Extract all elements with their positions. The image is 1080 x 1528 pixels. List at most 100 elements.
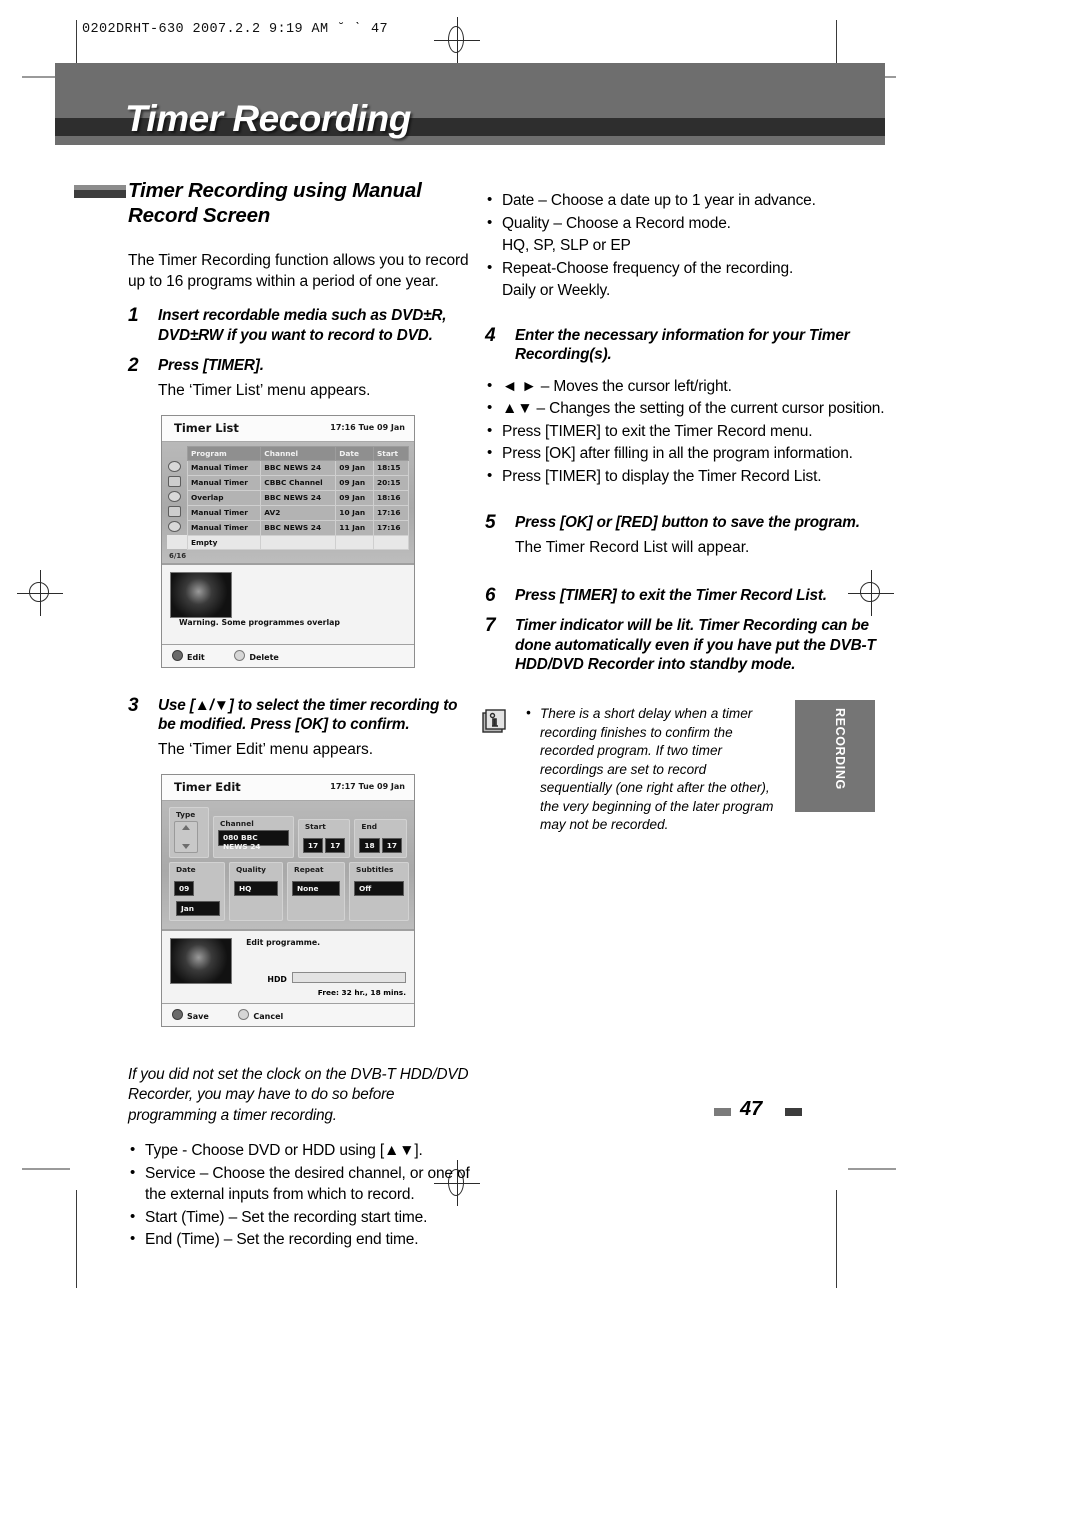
channel-value[interactable]: 080 BBC NEWS 24 bbox=[218, 829, 289, 851]
cancel-button[interactable]: Cancel bbox=[238, 1008, 283, 1021]
step-4-bullet-list: ◄ ► – Moves the cursor left/right. ▲▼ – … bbox=[485, 375, 885, 488]
timer-list-header-row: Program Channel Date Start bbox=[167, 445, 410, 461]
end-field-group[interactable]: End 18 17 bbox=[354, 818, 407, 858]
preview-thumbnail bbox=[170, 937, 232, 984]
registration-mark-left bbox=[17, 570, 63, 616]
timer-list-title: Timer List bbox=[174, 420, 239, 435]
red-key-icon bbox=[172, 649, 183, 661]
step-5-text: Press [OK] or [RED] button to save the p… bbox=[515, 514, 860, 531]
disc-icon bbox=[167, 520, 188, 535]
print-slug: 0202DRHT-630 2007.2.2 9:19 AM ˘ ˋ 47 bbox=[82, 22, 389, 37]
note-box: There is a short delay when a timer reco… bbox=[480, 704, 780, 835]
list-item: ▲▼ – Changes the setting of the current … bbox=[485, 397, 885, 420]
row-channel: BBC NEWS 24 bbox=[260, 459, 337, 476]
quality-field-group[interactable]: Quality HQ bbox=[229, 861, 283, 921]
table-row[interactable]: Overlap BBC NEWS 24 09 Jan 18:16 bbox=[167, 489, 410, 506]
row-program: Manual Timer bbox=[186, 519, 262, 536]
note-text: There is a short delay when a timer reco… bbox=[526, 704, 780, 835]
disc-icon bbox=[167, 460, 188, 475]
row-date bbox=[335, 534, 374, 550]
date-month-value[interactable]: Jan bbox=[176, 900, 220, 916]
table-row[interactable]: Manual Timer AV2 10 Jan 17:16 bbox=[167, 504, 410, 521]
step-2-sub: The ‘Timer List’ menu appears. bbox=[158, 381, 371, 399]
chapter-title: Timer Recording bbox=[125, 98, 411, 139]
start-minute-value[interactable]: 17 bbox=[325, 837, 346, 853]
row-date: 09 Jan bbox=[335, 474, 374, 491]
timer-list-counter: 6/16 bbox=[169, 551, 187, 560]
row-channel: AV2 bbox=[260, 504, 337, 521]
left-column: Timer Recording using Manual Record Scre… bbox=[74, 178, 473, 1261]
timer-list-screenshot: Timer List 17:16 Tue 09 Jan Program Chan… bbox=[161, 414, 415, 668]
delete-button[interactable]: Delete bbox=[234, 649, 279, 662]
subtitles-field-group[interactable]: Subtitles Off bbox=[349, 861, 409, 921]
step-5-sub: The Timer Record List will appear. bbox=[515, 538, 750, 556]
type-label: Type bbox=[176, 809, 196, 819]
subtitles-value[interactable]: Off bbox=[354, 880, 404, 896]
channel-field-group[interactable]: Channel 080 BBC NEWS 24 bbox=[213, 815, 294, 858]
end-hour-value[interactable]: 18 bbox=[359, 837, 380, 853]
table-row[interactable]: Manual Timer BBC NEWS 24 09 Jan 18:15 bbox=[167, 459, 410, 476]
date-field-group[interactable]: Date 09 Jan bbox=[169, 861, 225, 921]
edit-button[interactable]: Edit bbox=[172, 649, 205, 662]
step-1-number: 1 bbox=[128, 305, 139, 326]
timer-list-warning: Warning. Some programmes overlap bbox=[179, 617, 341, 627]
side-tab-recording: RECORDING bbox=[795, 700, 875, 812]
start-label: Start bbox=[304, 821, 326, 831]
edit-button-label: Edit bbox=[187, 652, 205, 662]
list-item: ◄ ► – Moves the cursor left/right. bbox=[485, 375, 885, 398]
timer-list-preview: Warning. Some programmes overlap bbox=[162, 562, 414, 644]
list-item: Repeat-Choose frequency of the recording… bbox=[485, 257, 885, 280]
table-row[interactable]: Manual Timer BBC NEWS 24 11 Jan 17:16 bbox=[167, 519, 410, 536]
list-item: Date – Choose a date up to 1 year in adv… bbox=[485, 189, 885, 212]
list-item: Service – Choose the desired channel, or… bbox=[128, 1162, 473, 1206]
timer-list-buttonbar: Edit Delete bbox=[162, 643, 414, 667]
type-field-group[interactable]: Type bbox=[169, 806, 209, 858]
save-button[interactable]: Save bbox=[172, 1008, 209, 1021]
section-marker-icon bbox=[74, 185, 126, 198]
step-1: 1 Insert recordable media such as DVD±R,… bbox=[128, 305, 473, 345]
clock-note: If you did not set the clock on the DVB-… bbox=[128, 1065, 469, 1124]
page-number-bar-left bbox=[714, 1108, 731, 1116]
type-stepper-icon[interactable] bbox=[174, 820, 198, 853]
step-7: 7 Timer indicator will be lit. Timer Rec… bbox=[485, 615, 885, 675]
step-3: 3 Use [▲/▼] to select the timer recordin… bbox=[128, 695, 473, 760]
row-start: 17:16 bbox=[372, 504, 410, 521]
step-3-text: Use [▲/▼] to select the timer recording … bbox=[158, 696, 458, 734]
step-2-number: 2 bbox=[128, 355, 139, 376]
quality-value[interactable]: HQ bbox=[234, 880, 278, 896]
repeat-field-group[interactable]: Repeat None bbox=[287, 861, 345, 921]
page-number-bar-right bbox=[785, 1108, 802, 1116]
step-4-text: Enter the necessary information for your… bbox=[515, 326, 850, 364]
row-start bbox=[372, 534, 410, 550]
start-hour-value[interactable]: 17 bbox=[302, 837, 324, 853]
delete-button-label: Delete bbox=[249, 652, 279, 662]
step-6-text: Press [TIMER] to exit the Timer Record L… bbox=[515, 586, 827, 604]
repeat-value[interactable]: None bbox=[292, 880, 340, 896]
start-field-group[interactable]: Start 17 17 bbox=[297, 818, 351, 858]
page-number: 47 bbox=[740, 1098, 763, 1120]
step-4: 4 Enter the necessary information for yo… bbox=[485, 325, 885, 365]
row-date: 09 Jan bbox=[335, 489, 374, 506]
end-minute-value[interactable]: 17 bbox=[381, 837, 402, 853]
row-date: 11 Jan bbox=[335, 519, 374, 536]
section-heading-text: Timer Recording using Manual Record Scre… bbox=[128, 179, 422, 227]
timer-list-clock: 17:16 Tue 09 Jan bbox=[330, 422, 405, 432]
preview-thumbnail bbox=[170, 571, 232, 618]
table-row[interactable]: Manual Timer CBBC Channel 09 Jan 20:15 bbox=[167, 474, 410, 491]
step-6: 6 Press [TIMER] to exit the Timer Record… bbox=[485, 585, 885, 606]
section-intro: The Timer Recording function allows you … bbox=[128, 252, 469, 290]
step-2: 2 Press [TIMER]. The ‘Timer List’ menu a… bbox=[128, 355, 473, 401]
timer-edit-row-2: Date 09 Jan Quality HQ Repeat None Subtit… bbox=[169, 861, 409, 921]
date-day-value[interactable]: 09 bbox=[174, 880, 195, 896]
info-icon bbox=[480, 707, 508, 735]
end-label: End bbox=[361, 821, 378, 831]
step-7-number: 7 bbox=[485, 615, 496, 636]
list-item: Daily or Weekly. bbox=[502, 282, 611, 299]
crop-line-bottom-left bbox=[76, 1190, 77, 1288]
channel-label: Channel bbox=[220, 818, 254, 828]
timer-edit-panel: Type Channel 080 BBC NEWS 24 Start 17 17 … bbox=[162, 800, 414, 929]
row-start: 20:15 bbox=[372, 474, 410, 491]
table-row[interactable]: Empty bbox=[167, 534, 410, 550]
timer-edit-title: Timer Edit bbox=[174, 779, 241, 794]
timer-edit-clock: 17:17 Tue 09 Jan bbox=[330, 781, 405, 791]
